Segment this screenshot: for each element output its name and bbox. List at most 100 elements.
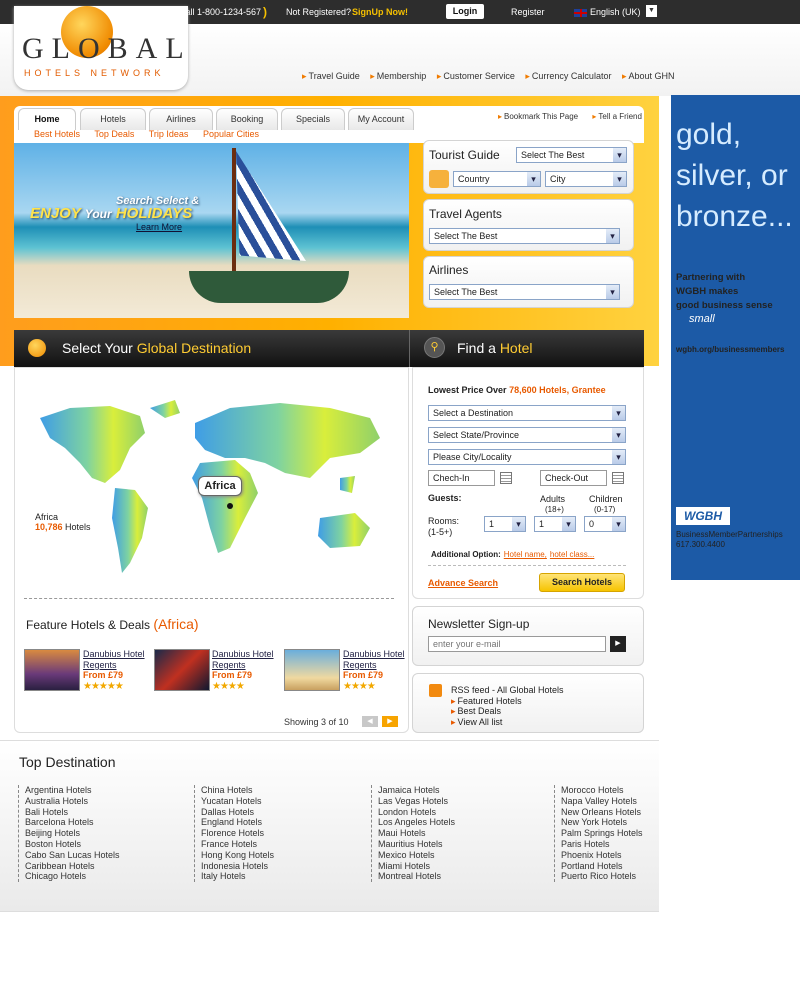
search-hotels-button[interactable]: Search Hotels — [539, 573, 625, 592]
hotel-class-option[interactable]: hotel class... — [550, 550, 594, 559]
destination-link[interactable]: Bali Hotels — [25, 807, 120, 818]
ad-body-3: good business sense — [676, 300, 773, 311]
subnav-top-deals[interactable]: Top Deals — [94, 129, 134, 139]
tab-home[interactable]: Home — [18, 108, 76, 130]
destination-link[interactable]: Puerto Rico Hotels — [561, 871, 643, 882]
africa-marker-icon[interactable] — [227, 503, 233, 509]
destination-link[interactable]: Phoenix Hotels — [561, 850, 643, 861]
destination-link[interactable]: Los Angeles Hotels — [378, 817, 455, 828]
city-select[interactable]: City — [545, 171, 627, 187]
tell-friend-link[interactable]: Tell a Friend — [592, 112, 642, 121]
destination-link[interactable]: New Orleans Hotels — [561, 807, 643, 818]
rooms-select[interactable]: 1 — [484, 516, 526, 532]
next-arrow-icon[interactable]: ▶ — [382, 716, 398, 727]
destination-link[interactable]: England Hotels — [201, 817, 274, 828]
city-locality-select[interactable]: Please City/Locality — [428, 449, 626, 465]
rss-featured-hotels[interactable]: Featured Hotels — [451, 696, 564, 707]
destination-link[interactable]: London Hotels — [378, 807, 455, 818]
hotel-thumbnail[interactable] — [284, 649, 340, 691]
destination-link[interactable]: Jamaica Hotels — [378, 785, 455, 796]
destination-link[interactable]: Mexico Hotels — [378, 850, 455, 861]
tab-booking[interactable]: Booking — [216, 108, 278, 130]
destination-link[interactable]: Chicago Hotels — [25, 871, 120, 882]
logo[interactable]: GLOBAL HOTELS NETWORK — [14, 6, 188, 90]
country-select[interactable]: Country — [453, 171, 541, 187]
nav-about[interactable]: About GHN — [622, 71, 675, 81]
hotel-thumbnail[interactable] — [24, 649, 80, 691]
destination-link[interactable]: Miami Hotels — [378, 861, 455, 872]
featured-title: Feature Hotels & Deals (Africa) — [26, 616, 199, 632]
tab-my-account[interactable]: My Account — [348, 108, 414, 130]
destination-link[interactable]: Paris Hotels — [561, 839, 643, 850]
tab-airlines[interactable]: Airlines — [149, 108, 213, 130]
hotel-name-link[interactable]: Danubius Hotel Regents — [83, 649, 151, 671]
tourist-guide-select[interactable]: Select The Best — [516, 147, 627, 163]
destination-select[interactable]: Select a Destination — [428, 405, 626, 421]
destination-link[interactable]: Boston Hotels — [25, 839, 120, 850]
tab-specials[interactable]: Specials — [281, 108, 345, 130]
language-selector[interactable]: English (UK) — [574, 7, 641, 17]
rss-best-deals[interactable]: Best Deals — [451, 706, 564, 717]
uk-flag-icon — [574, 8, 587, 17]
subnav-trip-ideas[interactable]: Trip Ideas — [149, 129, 189, 139]
subnav-best-hotels[interactable]: Best Hotels — [34, 129, 80, 139]
airlines-select[interactable]: Select The Best — [429, 284, 620, 300]
checkout-input[interactable]: Check-Out — [540, 470, 607, 486]
destination-link[interactable]: New York Hotels — [561, 817, 643, 828]
adults-select[interactable]: 1 — [534, 516, 576, 532]
learn-more-link[interactable]: Learn More — [136, 222, 182, 232]
register-link[interactable]: Register — [511, 7, 545, 17]
destination-link[interactable]: Italy Hotels — [201, 871, 274, 882]
destination-link[interactable]: Palm Springs Hotels — [561, 828, 643, 839]
destination-link[interactable]: Montreal Hotels — [378, 871, 455, 882]
destination-link[interactable]: Cabo San Lucas Hotels — [25, 850, 120, 861]
destination-link[interactable]: Morocco Hotels — [561, 785, 643, 796]
rss-view-all[interactable]: View All list — [451, 717, 564, 728]
destination-link[interactable]: Barcelona Hotels — [25, 817, 120, 828]
destination-link[interactable]: Beijing Hotels — [25, 828, 120, 839]
hotel-name-link[interactable]: Danubius Hotel Regents — [343, 649, 411, 671]
nav-membership[interactable]: Membership — [370, 71, 426, 81]
destination-link[interactable]: Caribbean Hotels — [25, 861, 120, 872]
newsletter-email-input[interactable] — [428, 636, 606, 652]
login-button[interactable]: Login — [446, 4, 484, 19]
destination-link[interactable]: Napa Valley Hotels — [561, 796, 643, 807]
signup-link[interactable]: SignUp Now! — [352, 7, 408, 17]
newsletter-submit-button[interactable]: ▶ — [610, 636, 626, 652]
subnav-popular-cities[interactable]: Popular Cities — [203, 129, 259, 139]
bookmark-link[interactable]: Bookmark This Page — [498, 112, 578, 121]
destination-link[interactable]: Maui Hotels — [378, 828, 455, 839]
destination-link[interactable]: Australia Hotels — [25, 796, 120, 807]
advance-search-link[interactable]: Advance Search — [428, 578, 498, 588]
destination-link[interactable]: Yucatan Hotels — [201, 796, 274, 807]
destination-link[interactable]: Florence Hotels — [201, 828, 274, 839]
rss-title[interactable]: RSS feed - All Global Hotels — [451, 685, 564, 696]
hotel-thumbnail[interactable] — [154, 649, 210, 691]
destination-link[interactable]: Mauritius Hotels — [378, 839, 455, 850]
tab-hotels[interactable]: Hotels — [80, 108, 146, 130]
hotel-name-link[interactable]: Danubius Hotel Regents — [212, 649, 280, 671]
destination-link[interactable]: France Hotels — [201, 839, 274, 850]
state-select[interactable]: Select State/Province — [428, 427, 626, 443]
destination-link[interactable]: Argentina Hotels — [25, 785, 120, 796]
destination-link[interactable]: Dallas Hotels — [201, 807, 274, 818]
checkin-input[interactable]: Chech-In — [428, 470, 495, 486]
sub-nav: Best Hotels Top Deals Trip Ideas Popular… — [34, 129, 271, 139]
map-icon — [429, 170, 449, 188]
destination-link[interactable]: Hong Kong Hotels — [201, 850, 274, 861]
destination-link[interactable]: Las Vegas Hotels — [378, 796, 455, 807]
destination-link[interactable]: Portland Hotels — [561, 861, 643, 872]
hotel-name-option[interactable]: Hotel name, — [504, 550, 547, 559]
language-dropdown-icon[interactable]: ▼ — [646, 5, 657, 17]
destination-link[interactable]: China Hotels — [201, 785, 274, 796]
travel-agents-select[interactable]: Select The Best — [429, 228, 620, 244]
checkin-calendar-icon[interactable] — [500, 472, 512, 484]
checkout-calendar-icon[interactable] — [612, 472, 624, 484]
children-select[interactable]: 0 — [584, 516, 626, 532]
nav-currency-calculator[interactable]: Currency Calculator — [525, 71, 611, 81]
hotel-rating: ★★★★ — [212, 681, 245, 692]
destination-link[interactable]: Indonesia Hotels — [201, 861, 274, 872]
nav-travel-guide[interactable]: Travel Guide — [302, 71, 360, 81]
nav-customer-service[interactable]: Customer Service — [437, 71, 515, 81]
prev-arrow-icon[interactable]: ◀ — [362, 716, 378, 727]
